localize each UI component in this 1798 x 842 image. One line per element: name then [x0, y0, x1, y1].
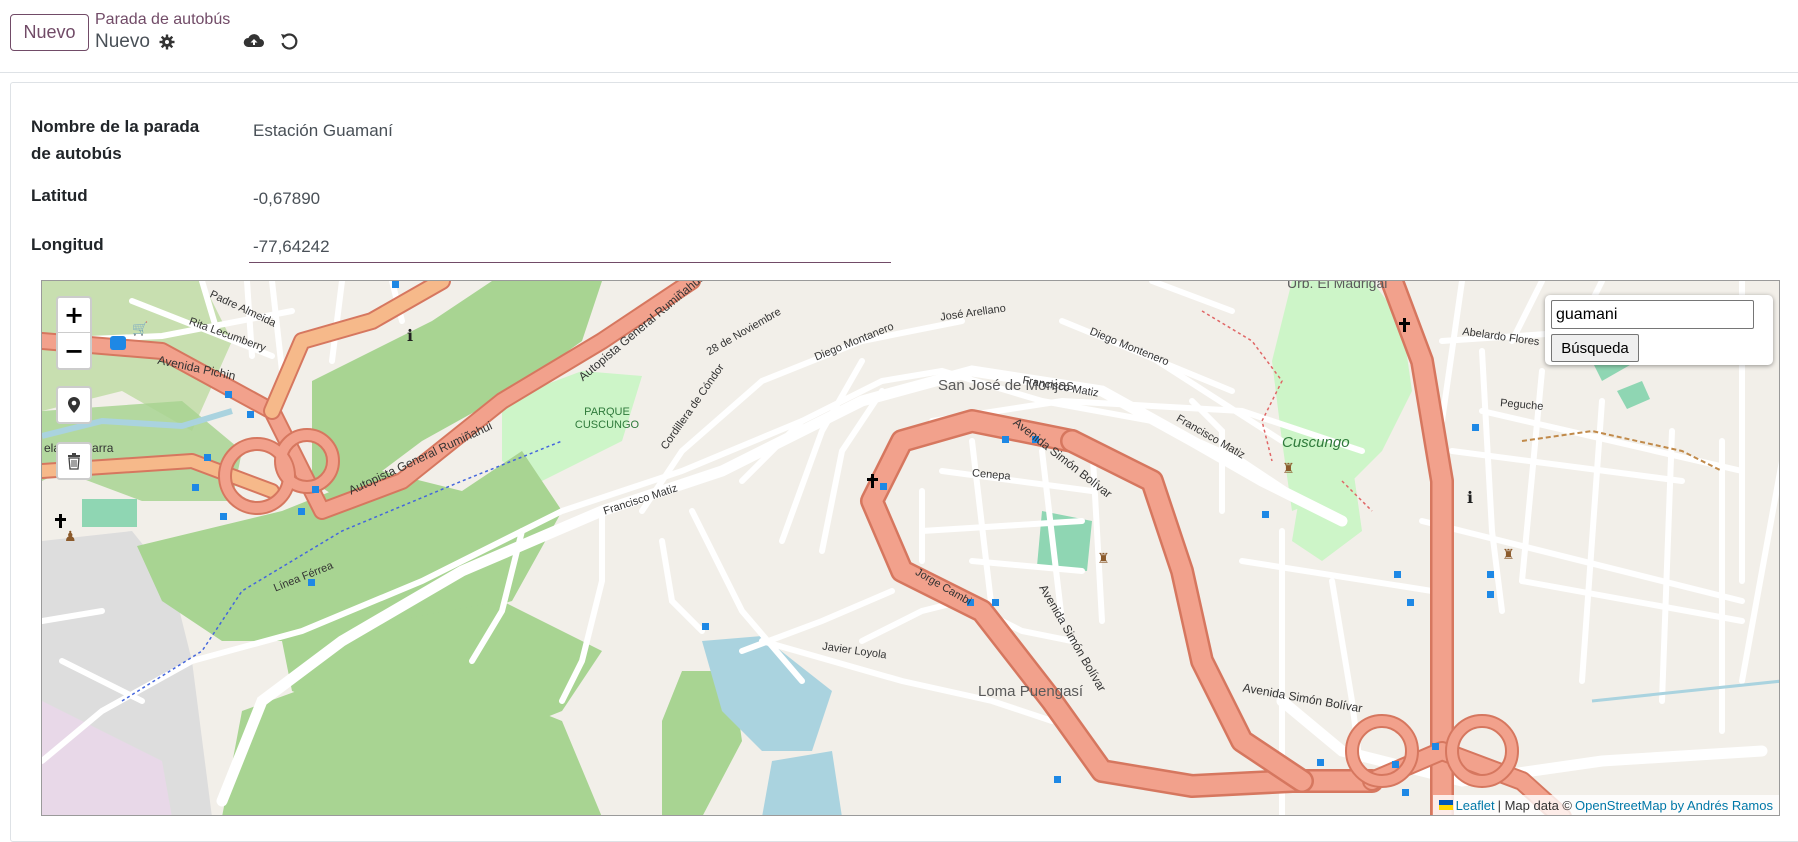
latitude-value[interactable]: -0,67890	[253, 187, 320, 211]
delete-layers-button[interactable]	[56, 442, 92, 480]
trash-icon	[67, 452, 81, 470]
zoom-out-button[interactable]: −	[58, 333, 90, 368]
longitude-label: Longitud	[31, 235, 104, 254]
map-label-park: PARQUE CUSCUNGO	[574, 406, 640, 431]
map-search-control: Búsqueda	[1545, 295, 1773, 365]
svg-text:♟: ♟	[64, 529, 77, 545]
longitude-input[interactable]	[249, 232, 891, 263]
attribution-separator: | Map data ©	[1497, 797, 1572, 813]
map-tiles: ℹ ℹ ♟ ♜ ♜ ♜ 🛒	[42, 281, 1779, 815]
new-button[interactable]: Nuevo	[10, 14, 89, 51]
map-label-madrigal: Urb. El Madrigal	[1287, 280, 1388, 291]
draw-marker-button[interactable]	[56, 386, 92, 424]
svg-text:♜: ♜	[1502, 547, 1515, 563]
map-label-loma: Loma Puengasí	[978, 683, 1084, 700]
record-name: Nuevo	[95, 31, 150, 52]
name-value[interactable]: Estación Guamaní	[253, 119, 393, 143]
zoom-control: + −	[56, 296, 92, 370]
svg-text:ℹ: ℹ	[407, 326, 413, 345]
zoom-in-button[interactable]: +	[58, 298, 90, 333]
svg-text:♜: ♜	[1097, 551, 1110, 567]
map[interactable]: ℹ ℹ ♟ ♜ ♜ ♜ 🛒 San José de Monjas Cuscung…	[41, 280, 1780, 816]
gear-icon[interactable]	[158, 33, 176, 51]
cloud-upload-icon[interactable]	[243, 30, 265, 52]
svg-text:🛒: 🛒	[132, 321, 148, 337]
map-search-input[interactable]	[1551, 300, 1754, 329]
map-marker-icon	[67, 396, 81, 414]
osm-link[interactable]: OpenStreetMap by Andrés Ramos	[1575, 798, 1773, 813]
map-label-cuscungo: Cuscungo	[1282, 434, 1350, 451]
breadcrumb[interactable]: Parada de autobús	[95, 11, 230, 29]
record-line: Nuevo	[95, 31, 176, 53]
map-attribution: Leaflet | Map data © OpenStreetMap by An…	[1432, 795, 1779, 815]
latitude-label: Latitud	[31, 186, 88, 205]
map-search-button[interactable]: Búsqueda	[1551, 334, 1639, 362]
name-label: Nombre de la parada de autobús	[31, 117, 200, 163]
svg-text:ℹ: ℹ	[1467, 488, 1473, 507]
svg-text:♜: ♜	[1282, 461, 1295, 477]
undo-icon[interactable]	[278, 30, 300, 52]
leaflet-link[interactable]: Leaflet	[1456, 798, 1495, 813]
ukraine-flag-icon	[1438, 800, 1453, 810]
control-panel: Nuevo Parada de autobús Nuevo	[0, 0, 1798, 73]
